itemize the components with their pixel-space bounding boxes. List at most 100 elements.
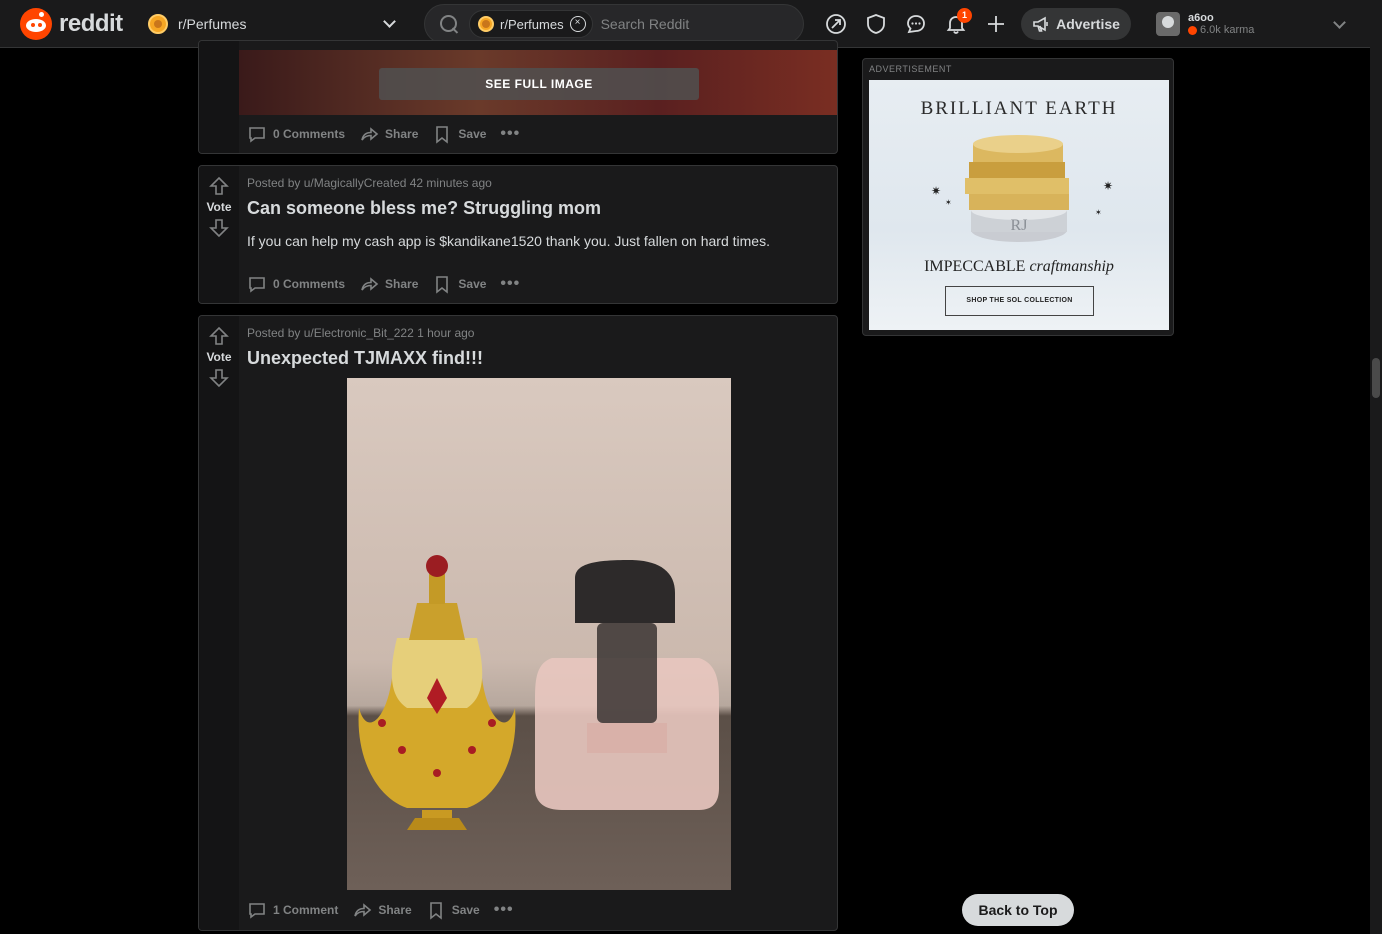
post-actions: 0 Comments Share Save ••• <box>247 274 520 294</box>
upvote-icon <box>209 176 229 195</box>
ad-tagline-italic: craftmanship <box>1029 258 1114 275</box>
comment-icon <box>249 127 265 143</box>
chat-button[interactable] <box>900 8 932 40</box>
share-label: Share <box>378 903 412 917</box>
notification-badge: 1 <box>957 8 972 23</box>
share-label: Share <box>385 277 419 291</box>
logo-wordmark: reddit <box>59 10 123 37</box>
chevron-down-icon <box>1333 16 1346 29</box>
bookmark-icon <box>436 276 449 294</box>
share-icon <box>361 277 379 291</box>
create-post-button[interactable] <box>980 8 1012 40</box>
post-image[interactable]: SEE FULL IMAGE <box>239 50 837 115</box>
svg-text:✷: ✷ <box>1103 179 1113 193</box>
post-card[interactable]: SEE FULL IMAGE 0 Comments Share Save ••• <box>198 40 838 154</box>
share-label: Share <box>385 127 419 141</box>
downvote-button[interactable] <box>209 368 229 388</box>
karma-label: 6.0k karma <box>1200 24 1255 36</box>
karma-count: 6.0k karma <box>1188 24 1254 36</box>
moderation-button[interactable] <box>860 8 892 40</box>
user-menu[interactable]: a6oo 6.0k karma <box>1152 6 1362 42</box>
plus-icon <box>988 16 1004 32</box>
share-icon <box>354 903 372 917</box>
comments-button[interactable]: 1 Comment <box>247 900 338 920</box>
post-card[interactable]: Vote Posted by u/Electronic_Bit_222 1 ho… <box>198 315 838 931</box>
notifications-button[interactable]: 1 <box>940 8 972 40</box>
advertise-button[interactable]: Advertise <box>1021 8 1131 40</box>
back-to-top-button[interactable]: Back to Top <box>962 894 1074 926</box>
comments-button[interactable]: 0 Comments <box>247 274 345 294</box>
megaphone-icon <box>1033 16 1048 32</box>
upvote-button[interactable] <box>209 326 229 346</box>
post-image[interactable] <box>347 378 731 890</box>
ad-label: ADVERTISEMENT <box>869 64 952 74</box>
popular-icon <box>826 14 846 34</box>
svg-text:✶: ✶ <box>1095 208 1102 217</box>
upvote-button[interactable] <box>209 176 229 196</box>
save-button[interactable]: Save <box>426 900 480 920</box>
vote-column <box>199 41 239 153</box>
vote-column: Vote <box>199 166 239 303</box>
comments-label: 0 Comments <box>273 127 346 141</box>
see-full-image-button[interactable]: SEE FULL IMAGE <box>379 68 699 100</box>
ad-cta-button[interactable]: SHOP THE SOL COLLECTION <box>945 286 1094 316</box>
svg-text:✷: ✷ <box>931 184 941 198</box>
avatar <box>1156 12 1180 36</box>
advertisement-widget: ADVERTISEMENT BRILLIANT EARTH RJ ✷ ✷ ✶ ✶… <box>862 58 1174 336</box>
downvote-button[interactable] <box>209 218 229 238</box>
svg-text:RJ: RJ <box>1011 217 1028 234</box>
save-label: Save <box>451 903 480 917</box>
subreddit-icon <box>478 16 494 32</box>
ad-creative[interactable]: BRILLIANT EARTH RJ ✷ ✷ ✶ ✶ IMPECCABLE cr… <box>869 80 1169 330</box>
upvote-icon <box>209 326 229 345</box>
save-button[interactable]: Save <box>432 124 486 144</box>
bookmark-icon <box>436 126 449 144</box>
reddit-snoo-icon <box>20 8 52 40</box>
scrollbar[interactable] <box>1370 0 1382 934</box>
search-icon <box>439 14 459 34</box>
shield-icon <box>867 14 885 34</box>
post-title[interactable]: Can someone bless me? Struggling mom <box>247 198 829 219</box>
more-icon[interactable]: ••• <box>500 125 520 143</box>
community-name: r/Perfumes <box>178 16 247 32</box>
downvote-icon <box>209 369 229 388</box>
subreddit-icon <box>148 14 168 34</box>
community-switcher[interactable]: r/Perfumes <box>142 6 406 42</box>
advertise-label: Advertise <box>1056 16 1120 32</box>
comments-button[interactable]: 0 Comments <box>247 124 345 144</box>
reddit-logo[interactable]: reddit <box>20 8 123 40</box>
search-scope-label: r/Perfumes <box>500 16 564 32</box>
post-meta[interactable]: Posted by u/Electronic_Bit_222 1 hour ag… <box>247 326 829 340</box>
downvote-icon <box>209 219 229 238</box>
share-button[interactable]: Share <box>359 274 418 294</box>
post-card[interactable]: Vote Posted by u/MagicallyCreated 42 min… <box>198 165 838 304</box>
share-button[interactable]: Share <box>359 124 418 144</box>
comment-icon <box>249 903 265 919</box>
vote-count: Vote <box>206 200 232 214</box>
perfume-bottles-image <box>358 555 719 830</box>
bookmark-icon <box>429 902 442 920</box>
chat-icon <box>907 15 925 34</box>
more-icon[interactable]: ••• <box>494 901 514 919</box>
post-actions: 0 Comments Share Save ••• <box>247 124 520 144</box>
ad-tagline: IMPECCABLE craftmanship <box>869 258 1169 276</box>
comments-label: 0 Comments <box>273 277 346 291</box>
share-icon <box>361 127 379 141</box>
post-meta[interactable]: Posted by u/MagicallyCreated 42 minutes … <box>247 176 829 190</box>
more-icon[interactable]: ••• <box>500 275 520 293</box>
save-button[interactable]: Save <box>432 274 486 294</box>
save-label: Save <box>458 127 487 141</box>
share-button[interactable]: Share <box>352 900 412 920</box>
ad-tagline-plain: IMPECCABLE <box>924 258 1030 275</box>
search-input[interactable] <box>600 16 781 32</box>
search-scope-chip[interactable]: r/Perfumes × <box>469 10 593 38</box>
post-text: If you can help my cash app is $kandikan… <box>247 233 770 249</box>
comments-label: 1 Comment <box>273 903 339 917</box>
search-bar[interactable]: r/Perfumes × <box>424 4 804 44</box>
save-label: Save <box>458 277 487 291</box>
post-title[interactable]: Unexpected TJMAXX find!!! <box>247 348 829 369</box>
comment-icon <box>249 277 265 293</box>
popular-button[interactable] <box>820 8 852 40</box>
scrollbar-thumb[interactable] <box>1372 358 1380 398</box>
close-icon[interactable]: × <box>569 16 586 32</box>
